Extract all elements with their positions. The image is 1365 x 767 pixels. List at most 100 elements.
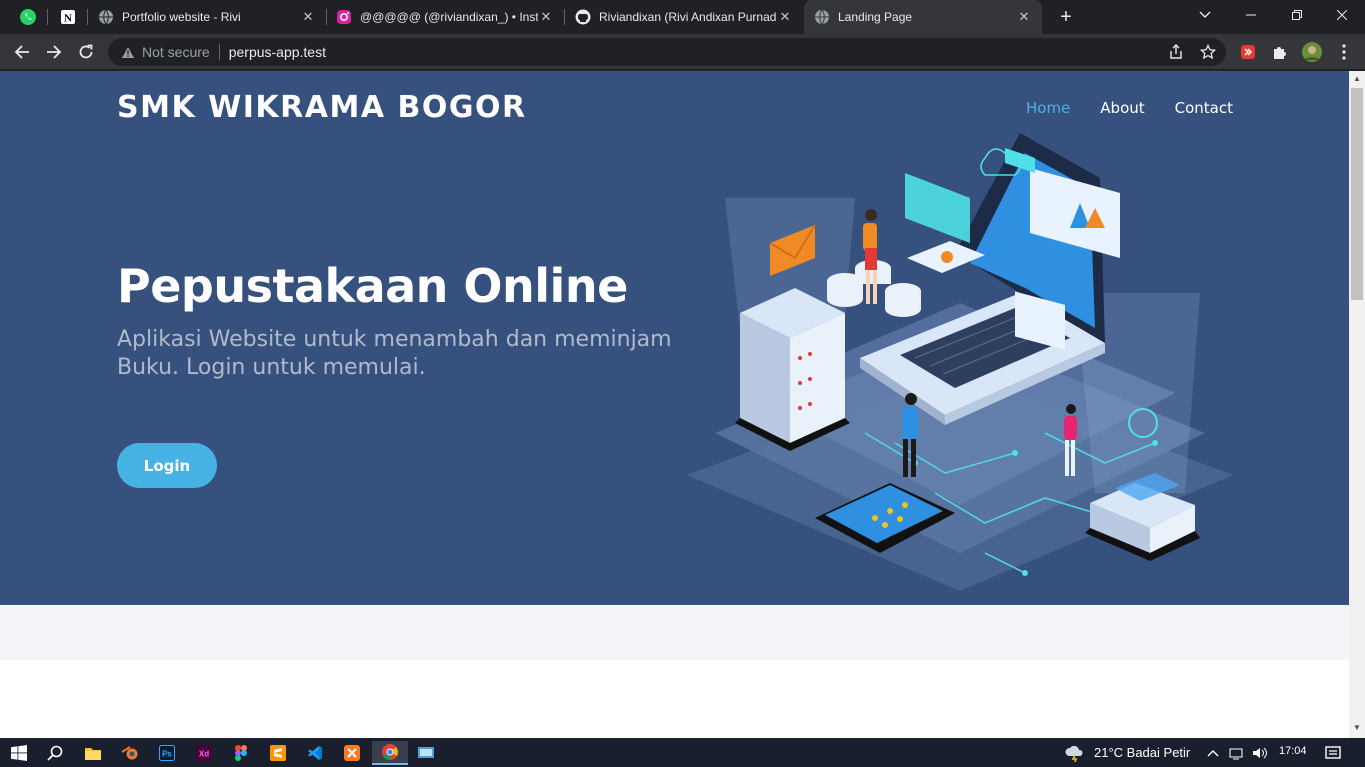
star-icon [1200,44,1216,60]
photoshop-button[interactable]: Ps [152,741,182,765]
tab-title: @@@@@ (@riviandixan_) • Instag [360,10,538,24]
scroll-down-icon[interactable]: ▼ [1353,723,1361,732]
vscode-button[interactable] [300,741,330,765]
share-icon [1170,44,1182,59]
xampp-icon [344,745,360,761]
url-text[interactable]: perpus-app.test [229,44,326,60]
close-tab-icon[interactable]: ✕ [1016,9,1032,25]
tab-title: Riviandixan (Rivi Andixan Purnad [599,10,777,24]
tab-github[interactable]: Riviandixan (Rivi Andixan Purnad ✕ [565,0,803,34]
notification-icon [1325,746,1341,759]
speaker-icon [1253,747,1267,759]
share-button[interactable] [1166,42,1186,62]
section-band [0,605,1349,660]
reload-icon [79,44,93,59]
address-bar[interactable]: Not secure perpus-app.test [108,38,1226,66]
back-button[interactable] [10,40,34,64]
tab-portfolio[interactable]: Portfolio website - Rivi ✕ [88,0,326,34]
search-icon [47,745,63,761]
nav-home[interactable]: Home [1026,99,1070,117]
close-icon [1337,10,1347,20]
tab-search-button[interactable] [1182,0,1228,30]
scroll-up-icon[interactable]: ▲ [1353,74,1361,83]
tab-title: Portfolio website - Rivi [122,10,241,24]
minimize-button[interactable] [1228,0,1274,30]
adobe-xd-icon: Xd [196,745,212,761]
warning-icon[interactable] [120,44,136,60]
close-window-button[interactable] [1319,0,1365,30]
login-button[interactable]: Login [117,443,217,488]
weather-widget[interactable] [1060,741,1090,765]
globe-icon [98,9,114,25]
notifications-button[interactable] [1318,741,1348,765]
close-tab-icon[interactable]: ✕ [538,9,554,25]
extension-red-icon [1241,45,1255,59]
kebab-menu-icon [1342,44,1346,60]
folder-icon [85,748,101,760]
monitor-icon [418,747,434,758]
whatsapp-icon [20,9,36,25]
nav-about[interactable]: About [1100,99,1144,117]
xampp-button[interactable] [337,741,367,765]
search-button[interactable] [40,741,70,765]
chrome-button[interactable] [372,741,408,765]
volume-button[interactable] [1250,741,1270,765]
photoshop-icon: Ps [159,745,175,761]
menu-button[interactable] [1334,42,1354,62]
puzzle-icon [1274,47,1286,59]
svg-text:Xd: Xd [199,750,209,759]
file-explorer-button[interactable] [78,741,108,765]
chevron-down-icon [1199,11,1211,18]
new-tab-button[interactable]: + [1054,5,1078,29]
tray-overflow-button[interactable] [1203,741,1223,765]
svg-text:Ps: Ps [162,750,172,759]
bookmark-button[interactable] [1198,42,1218,62]
sublime-button[interactable] [263,741,293,765]
windows-taskbar: Ps Xd 21°C Badai Petir 17:04 [0,738,1365,767]
xd-button[interactable]: Xd [189,741,219,765]
weather-text[interactable]: 21°C Badai Petir [1094,745,1190,760]
tab-landing-page[interactable]: Landing Page ✕ [804,0,1042,34]
close-tab-icon[interactable]: ✕ [777,9,793,25]
web-page: SMK WIKRAMA BOGOR Home About Contact Pep… [0,71,1349,738]
close-tab-icon[interactable]: ✕ [300,9,316,25]
network-button[interactable] [1226,741,1246,765]
remote-desktop-button[interactable] [411,741,441,765]
profile-avatar[interactable] [1302,42,1322,62]
blender-button[interactable] [115,741,145,765]
figma-button[interactable] [226,741,256,765]
hero-headline: Pepustakaan Online [117,259,628,313]
hero-illustration [687,133,1233,591]
windows-logo-icon [11,745,27,761]
blender-icon [121,746,138,760]
extension-red-button[interactable] [1238,42,1258,62]
scrollbar-thumb[interactable] [1351,88,1363,300]
notion-tab[interactable]: N [54,5,82,29]
page-scrollbar[interactable]: ▲ ▼ [1349,71,1365,738]
restore-button[interactable] [1274,0,1320,30]
chevron-up-icon [1207,750,1219,757]
figma-icon [235,745,247,761]
avatar-icon [1302,42,1322,62]
forward-button[interactable] [42,40,66,64]
hero-subline: Aplikasi Website untuk menambah dan memi… [117,327,672,380]
start-button[interactable] [4,741,34,765]
svg-text:N: N [64,13,72,25]
github-icon [575,9,591,25]
reload-button[interactable] [74,40,98,64]
hero-section: SMK WIKRAMA BOGOR Home About Contact Pep… [0,71,1349,605]
nav-contact[interactable]: Contact [1175,99,1233,117]
thunderstorm-icon [1065,745,1083,762]
tab-instagram[interactable]: @@@@@ (@riviandixan_) • Instag ✕ [326,0,564,34]
whatsapp-tab[interactable] [14,5,42,29]
site-brand[interactable]: SMK WIKRAMA BOGOR [117,90,527,125]
chrome-icon [382,744,398,761]
tab-title: Landing Page [838,10,913,24]
security-label[interactable]: Not secure [142,44,210,60]
extensions-button[interactable] [1270,42,1290,62]
minimize-icon [1246,14,1256,16]
tab-strip: N Portfolio website - Rivi ✕ @@@@@ (@riv… [0,0,1365,34]
clock[interactable]: 17:04 [1279,745,1307,757]
instagram-icon [336,9,352,25]
site-nav: Home About Contact [1026,99,1233,117]
